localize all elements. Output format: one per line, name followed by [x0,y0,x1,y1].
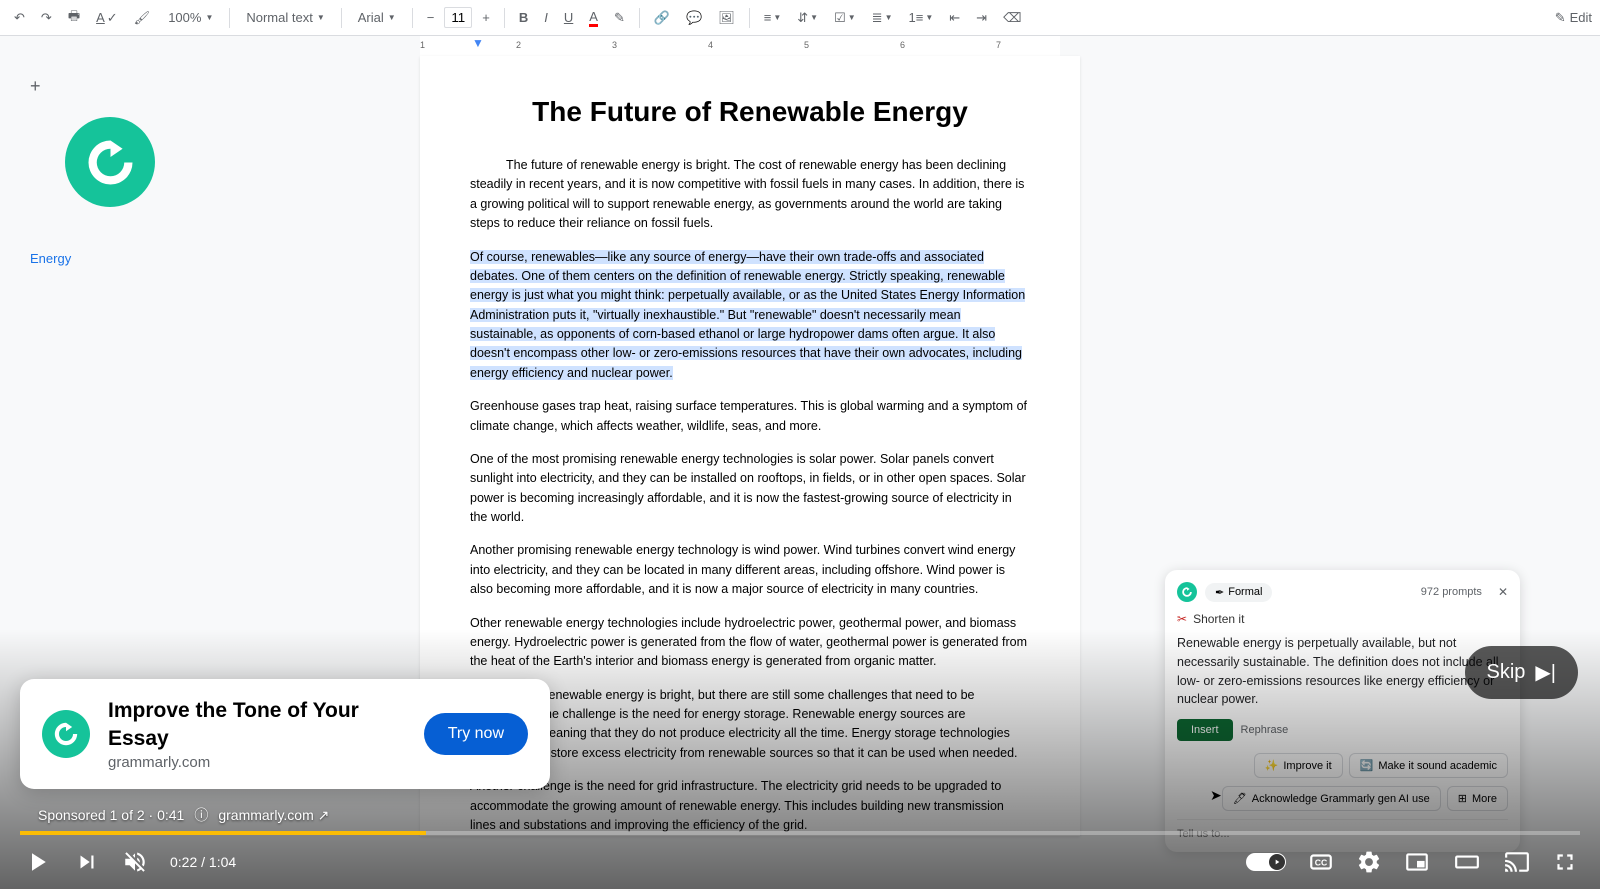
ruler-mark: 2 [516,40,521,50]
improve-chip[interactable]: ✨Improve it [1254,753,1343,778]
ad-title: Improve the Tone of Your Essay [108,697,406,752]
info-icon[interactable]: ⓘ [194,805,208,825]
cursor-icon: ➤ [1210,787,1222,804]
ad-card[interactable]: Improve the Tone of Your Essay grammarly… [20,679,550,789]
decrease-indent-button[interactable]: ⇤ [943,6,966,30]
wand-icon: ✨ [1265,759,1279,772]
feather-icon: ✒ [1215,586,1224,599]
ruler-mark: 1 [420,40,425,50]
ad-cta-button[interactable]: Try now [424,713,528,755]
decrease-font-button[interactable]: − [421,6,441,29]
ad-sponsored-text: Sponsored 1 of 2 · 0:41 [38,807,184,823]
pen-icon: 🖊 [1233,792,1247,805]
ad-logo-icon [42,710,90,758]
acknowledge-chip[interactable]: 🖊Acknowledge Grammarly gen AI use [1222,786,1441,811]
align-button[interactable]: ≡ ▼ [758,6,788,29]
more-chip[interactable]: ⊞More [1447,786,1508,811]
miniplayer-button[interactable] [1404,849,1430,875]
style-select[interactable]: Normal text▼ [238,6,332,29]
spellcheck-button[interactable]: A✓ [90,6,124,30]
doc-title: The Future of Renewable Energy [470,96,1030,128]
ad-link[interactable]: grammarly.com ↗ [218,807,329,824]
comment-button[interactable]: 💬 [680,6,708,30]
play-button[interactable] [22,847,52,877]
zoom-select[interactable]: 100%▼ [160,6,221,29]
undo-button[interactable]: ↶ [8,6,31,30]
grammarly-icon [1177,582,1197,602]
next-button[interactable] [74,849,100,875]
font-select[interactable]: Arial▼ [350,6,404,29]
increase-indent-button[interactable]: ⇥ [970,6,993,30]
doc-paragraph: Greenhouse gases trap heat, raising surf… [470,397,1030,436]
clear-format-button[interactable]: ⌫ [997,6,1027,30]
academic-chip[interactable]: 🔄Make it sound academic [1349,753,1508,778]
doc-paragraph: Another promising renewable energy techn… [470,541,1030,599]
theater-button[interactable] [1452,849,1482,875]
doc-paragraph-selected: Of course, renewables—like any source of… [470,248,1030,384]
mute-button[interactable] [122,849,148,875]
line-spacing-button[interactable]: ⇵ ▼ [791,6,824,30]
doc-paragraph: One of the most promising renewable ener… [470,450,1030,528]
text-color-button[interactable]: A [583,5,604,31]
paint-format-button[interactable]: 🖌 [128,6,157,30]
bulleted-list-button[interactable]: ≣ ▼ [866,6,899,30]
highlight-button[interactable]: ✎ [608,6,631,30]
time-display: 0:22 / 1:04 [170,854,236,870]
ruler-mark: 5 [804,40,809,50]
grid-icon: ⊞ [1458,792,1467,805]
increase-font-button[interactable]: + [476,6,496,29]
ad-meta: Sponsored 1 of 2 · 0:41 ⓘ grammarly.com … [38,805,329,825]
ruler-mark: 6 [900,40,905,50]
sidebar: + Energy [0,56,180,270]
doc-paragraph: Another challenge is the need for grid i… [470,777,1030,835]
cast-button[interactable] [1504,849,1530,875]
ad-domain: grammarly.com [108,754,406,771]
underline-button[interactable]: U [558,6,579,29]
ruler-mark: 3 [612,40,617,50]
redo-button[interactable]: ↷ [35,6,58,30]
settings-button[interactable] [1356,849,1382,875]
doc-paragraph: The future of renewable energy is bright… [470,686,1030,764]
grammarly-logo-icon [65,117,155,207]
close-button[interactable]: ✕ [1498,585,1508,599]
editing-mode-button[interactable]: ✎ Edit [1555,10,1592,26]
link-button[interactable]: 🔗 [648,6,676,30]
print-button[interactable]: 🖶 [62,3,86,33]
tone-badge[interactable]: ✒Formal [1205,583,1272,602]
ruler[interactable]: ▼ 1 2 3 4 5 6 7 [420,36,1060,56]
skip-ad-button[interactable]: Skip ▶| [1465,646,1578,699]
rephrase-button[interactable]: Rephrase [1241,719,1289,741]
grammarly-panel: ✒Formal 972 prompts ✕ ✂Shorten it Renewa… [1165,570,1520,852]
checklist-button[interactable]: ☑ ▼ [828,6,862,30]
italic-button[interactable]: I [538,6,554,29]
action-title: ✂Shorten it [1177,612,1508,626]
indent-marker-icon[interactable]: ▼ [472,36,484,50]
doc-paragraph: Other renewable energy technologies incl… [470,614,1030,672]
add-tab-button[interactable]: + [30,76,41,97]
doc-paragraph: The future of renewable energy is bright… [470,156,1030,234]
ruler-mark: 7 [996,40,1001,50]
cc-button[interactable]: CC [1308,849,1334,875]
docs-toolbar: ↶ ↷ 🖶 A✓ 🖌 100%▼ Normal text▼ Arial▼ − +… [0,0,1600,36]
svg-text:CC: CC [1315,857,1328,867]
insert-button[interactable]: Insert [1177,719,1233,741]
suggestion-text: Renewable energy is perpetually availabl… [1177,634,1508,709]
prompts-count[interactable]: 972 prompts [1421,586,1482,598]
font-size-input[interactable] [444,7,472,28]
outline-item[interactable]: Energy [30,247,180,270]
autoplay-toggle[interactable] [1246,853,1286,871]
shorten-icon: ✂ [1177,612,1187,626]
ruler-mark: 4 [708,40,713,50]
refresh-icon: 🔄 [1360,759,1374,772]
numbered-list-button[interactable]: 1≡ ▼ [903,6,940,29]
image-button[interactable]: 🖼 [712,6,741,30]
video-controls: 0:22 / 1:04 CC [0,835,1600,889]
skip-icon: ▶| [1535,660,1556,685]
bold-button[interactable]: B [513,6,534,29]
fullscreen-button[interactable] [1552,849,1578,875]
